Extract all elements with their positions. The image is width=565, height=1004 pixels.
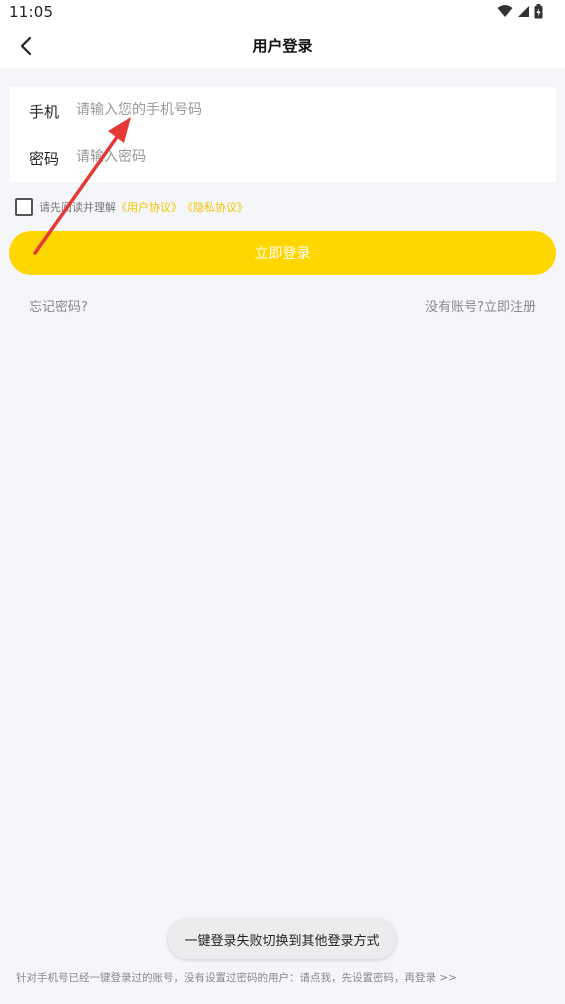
login-button[interactable]: 立即登录 [9, 231, 556, 275]
toast-message: 一键登录失败切换到其他登录方式 [168, 919, 396, 959]
page-title: 用户登录 [252, 37, 313, 55]
password-label: 密码 [29, 150, 60, 168]
status-icons [497, 3, 543, 19]
nav-bar: 用户登录 [0, 24, 565, 68]
wifi-icon [497, 5, 513, 17]
phone-row: 手机 [10, 87, 556, 134]
phone-input[interactable] [76, 95, 536, 125]
login-page: 11:05 用户登录 手机 密码 [0, 0, 565, 1004]
battery-icon [534, 3, 543, 18]
agreement-checkbox[interactable] [15, 198, 33, 216]
privacy-policy-link[interactable]: 《隐私协议》 [182, 199, 248, 215]
user-agreement-link[interactable]: 《用户协议》 [116, 199, 182, 215]
status-time: 11:05 [9, 3, 54, 21]
forgot-password-link[interactable]: 忘记密码? [29, 296, 88, 315]
password-row: 密码 [10, 134, 556, 181]
signal-icon [518, 5, 529, 17]
agreement-prefix: 请先阅读并理解 [39, 201, 116, 214]
password-input[interactable] [76, 142, 536, 172]
register-link[interactable]: 没有账号?立即注册 [425, 296, 536, 315]
agreement-row: 请先阅读并理解 《用户协议》 《隐私协议》 [15, 197, 248, 217]
phone-label: 手机 [29, 103, 60, 121]
login-form: 手机 密码 [10, 87, 556, 182]
status-bar: 11:05 [0, 0, 565, 24]
set-password-tip[interactable]: 针对手机号已经一键登录过的账号，没有设置过密码的用户：请点我，先设置密码，再登录… [16, 970, 556, 985]
